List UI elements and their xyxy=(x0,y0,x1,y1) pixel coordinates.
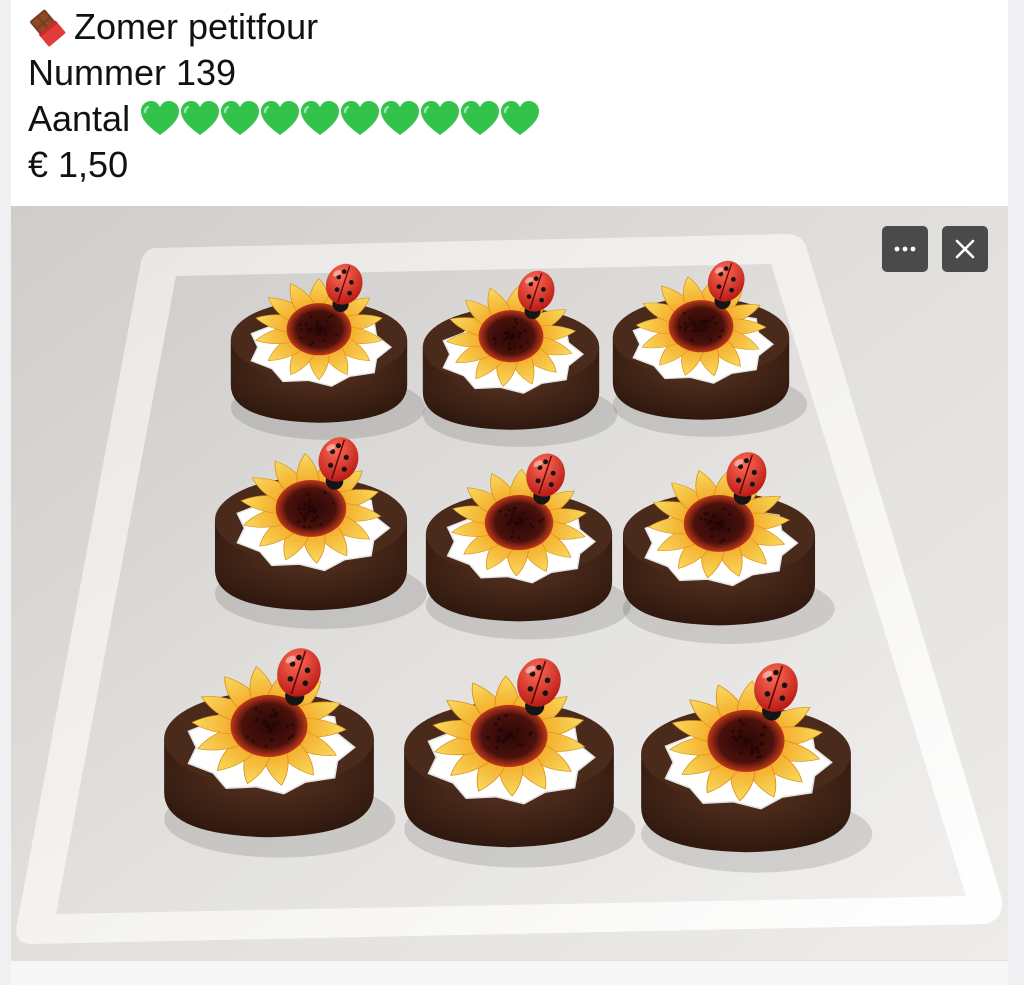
quantity-hearts xyxy=(140,101,540,137)
green-heart-icon xyxy=(220,101,260,137)
green-heart-icon xyxy=(420,101,460,137)
green-heart-icon xyxy=(300,101,340,137)
more-options-button[interactable] xyxy=(882,226,928,272)
post-footer xyxy=(11,960,1008,985)
product-photo[interactable] xyxy=(11,206,1008,960)
green-heart-icon xyxy=(340,101,380,137)
green-heart-icon xyxy=(460,101,500,137)
green-heart-icon xyxy=(180,101,220,137)
green-heart-icon xyxy=(500,101,540,137)
more-options-icon xyxy=(894,246,916,252)
number-line: Nummer 139 xyxy=(28,50,540,96)
post-text: Zomer petitfour Nummer 139 Aantal € 1,50 xyxy=(28,4,540,188)
green-heart-icon xyxy=(380,101,420,137)
title-line: Zomer petitfour xyxy=(28,4,540,50)
petitfour-photo xyxy=(11,206,1008,960)
post-title: Zomer petitfour xyxy=(74,4,318,50)
quantity-label: Aantal xyxy=(28,96,130,142)
price: € 1,50 xyxy=(28,142,540,188)
green-heart-icon xyxy=(140,101,180,137)
close-button[interactable] xyxy=(942,226,988,272)
green-heart-icon xyxy=(260,101,300,137)
close-icon xyxy=(954,238,976,260)
chocolate-bar-icon xyxy=(28,7,68,47)
quantity-line: Aantal xyxy=(28,96,540,142)
